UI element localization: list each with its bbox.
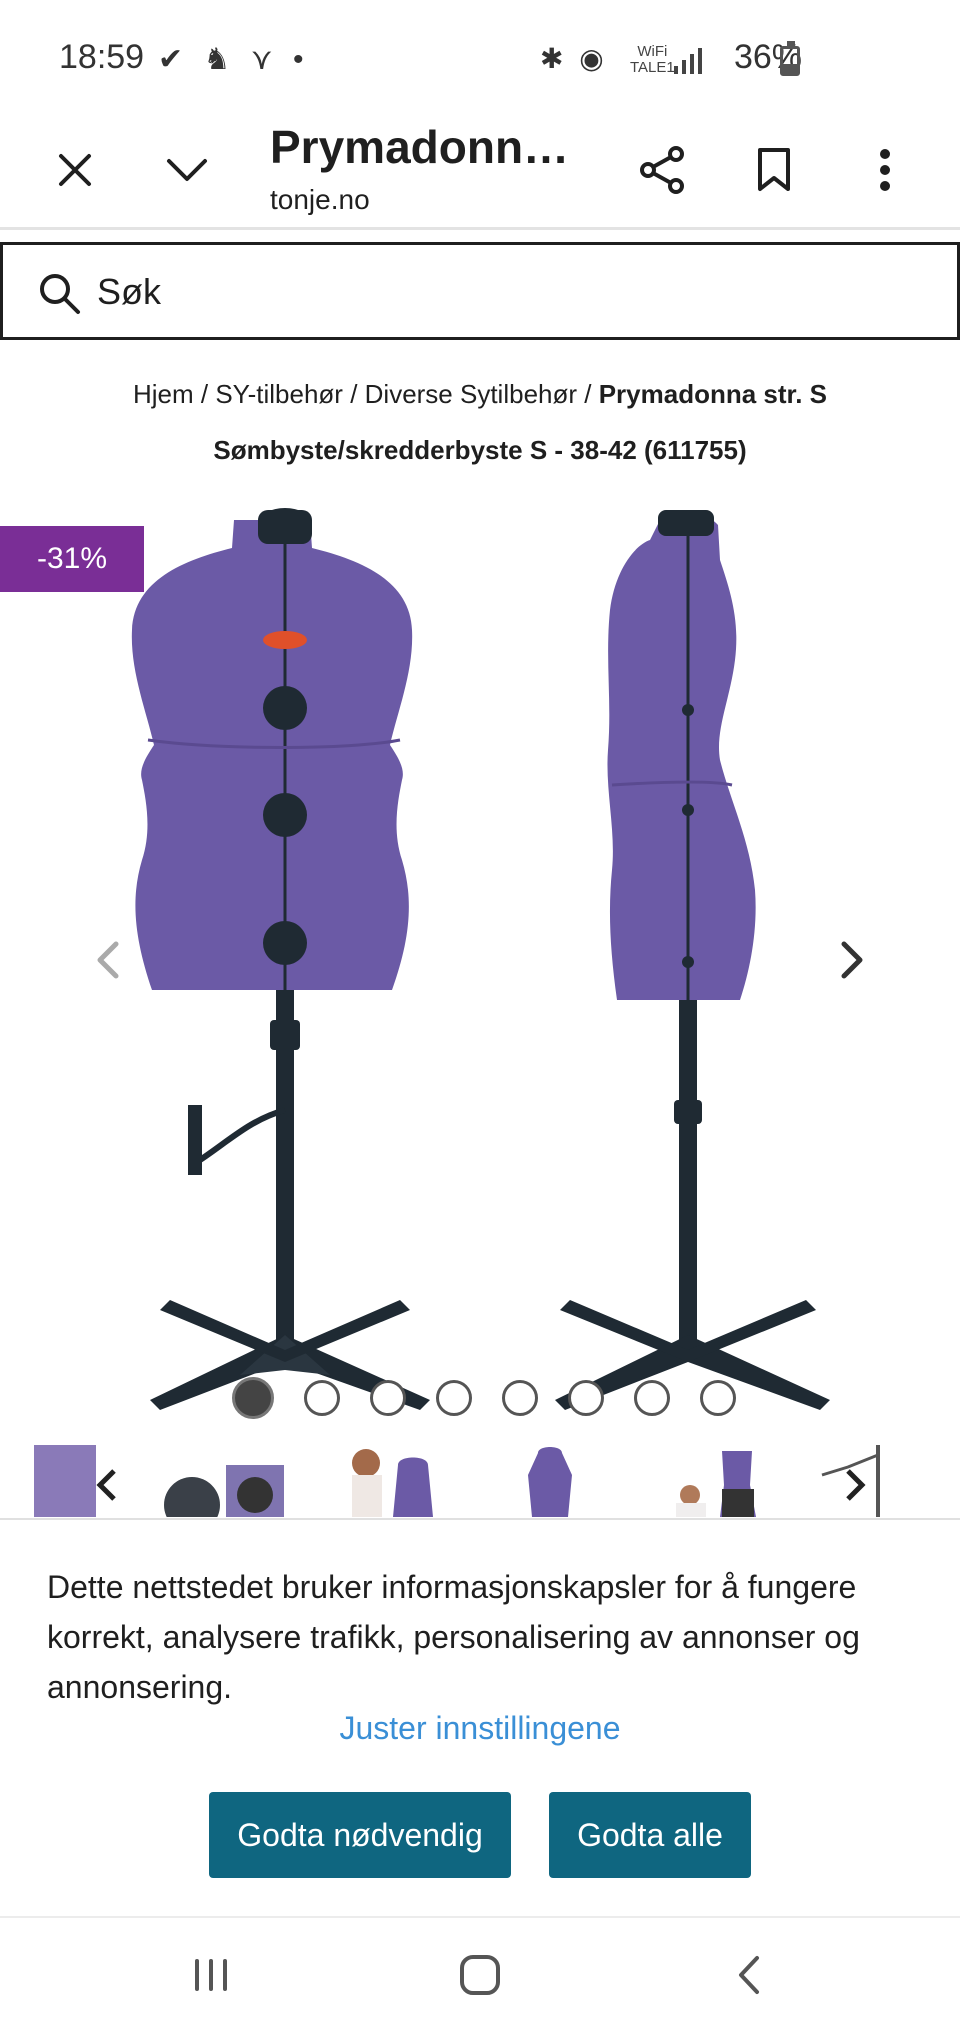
- site-search-bar: [0, 242, 960, 340]
- bookmark-icon[interactable]: [744, 140, 804, 200]
- product-gallery[interactable]: -31%: [0, 500, 960, 1420]
- carousel-dot[interactable]: [370, 1380, 406, 1416]
- thumbnail[interactable]: [34, 1445, 96, 1517]
- accept-necessary-button[interactable]: Godta nødvendig: [209, 1792, 511, 1878]
- chevron-down-icon[interactable]: [157, 140, 217, 200]
- close-icon[interactable]: [45, 140, 105, 200]
- gallery-prev-arrow[interactable]: [82, 928, 132, 992]
- breadcrumb-sy-tilbehor[interactable]: SY-tilbehør: [215, 379, 343, 409]
- thumbnail-prev-icon[interactable]: [92, 1465, 122, 1505]
- status-time: 18:59: [59, 38, 145, 76]
- breadcrumb-separator: /: [193, 379, 216, 409]
- dress-form-front: [131, 508, 430, 1410]
- discount-badge: -31%: [0, 526, 144, 592]
- carousel-dot[interactable]: [568, 1380, 604, 1416]
- cookie-text: Dette nettstedet bruker informasjonskaps…: [47, 1569, 860, 1705]
- thumbnail-next-icon[interactable]: [840, 1465, 870, 1505]
- page-title: Prymadonn…: [270, 121, 570, 173]
- back-icon[interactable]: [718, 1948, 778, 2002]
- carousel-dot[interactable]: [232, 1377, 274, 1419]
- cookie-settings-link: Juster innstillingene: [0, 1710, 960, 1747]
- chevron-right-icon: [841, 941, 863, 979]
- signal-icon: [674, 48, 702, 74]
- cookie-banner: Dette nettstedet bruker informasjonskaps…: [0, 1518, 960, 1916]
- breadcrumb-home[interactable]: Hjem: [133, 379, 194, 409]
- carousel-dot[interactable]: [502, 1380, 538, 1416]
- browser-toolbar: Prymadonn… tonje.no: [0, 110, 960, 230]
- wifi-label-line2: TALE1: [630, 59, 675, 76]
- thumbnail[interactable]: [670, 1445, 760, 1517]
- thumbnail[interactable]: [520, 1445, 580, 1517]
- thumbnail[interactable]: [160, 1445, 285, 1517]
- breadcrumb-separator: /: [577, 379, 599, 409]
- product-image[interactable]: [130, 500, 850, 1420]
- status-bar: 18:59 ✔ ♞ ⋎ • ✱ ◉ WiFi TALE1 36%: [0, 0, 960, 110]
- carousel-dot[interactable]: [436, 1380, 472, 1416]
- recent-apps-icon[interactable]: [181, 1948, 241, 2002]
- battery-icon: [780, 41, 800, 76]
- chevron-left-icon: [97, 941, 119, 979]
- thumbnail-strip: [0, 1445, 960, 1517]
- dress-form-side: [555, 510, 830, 1410]
- gallery-next-arrow[interactable]: [828, 928, 878, 992]
- accept-all-button[interactable]: Godta alle: [549, 1792, 751, 1878]
- cookie-settings-link-label[interactable]: Juster innstillingene: [339, 1710, 620, 1746]
- breadcrumb: Hjem / SY-tilbehør / Diverse Sytilbehør …: [40, 366, 920, 478]
- thumbnail[interactable]: [338, 1445, 438, 1517]
- notification-icons: ✔ ♞ ⋎ •: [158, 43, 310, 76]
- carousel-dot[interactable]: [304, 1380, 340, 1416]
- carousel-dot[interactable]: [634, 1380, 670, 1416]
- share-icon[interactable]: [632, 140, 692, 200]
- system-status-icons: ✱ ◉: [540, 43, 608, 74]
- search-input[interactable]: [97, 265, 917, 319]
- search-icon[interactable]: [37, 271, 81, 315]
- system-nav-bar: [0, 1916, 960, 2027]
- wifi-label: WiFi TALE1: [630, 44, 675, 76]
- home-icon[interactable]: [450, 1948, 510, 2002]
- carousel-dot[interactable]: [700, 1380, 736, 1416]
- more-vert-icon[interactable]: [855, 140, 915, 200]
- page-url[interactable]: tonje.no: [270, 184, 370, 216]
- breadcrumb-diverse-sytilbehor[interactable]: Diverse Sytilbehør: [365, 379, 577, 409]
- carousel-dots: [232, 1377, 766, 1419]
- breadcrumb-separator: /: [342, 379, 365, 409]
- wifi-label-line1: WiFi: [637, 43, 668, 60]
